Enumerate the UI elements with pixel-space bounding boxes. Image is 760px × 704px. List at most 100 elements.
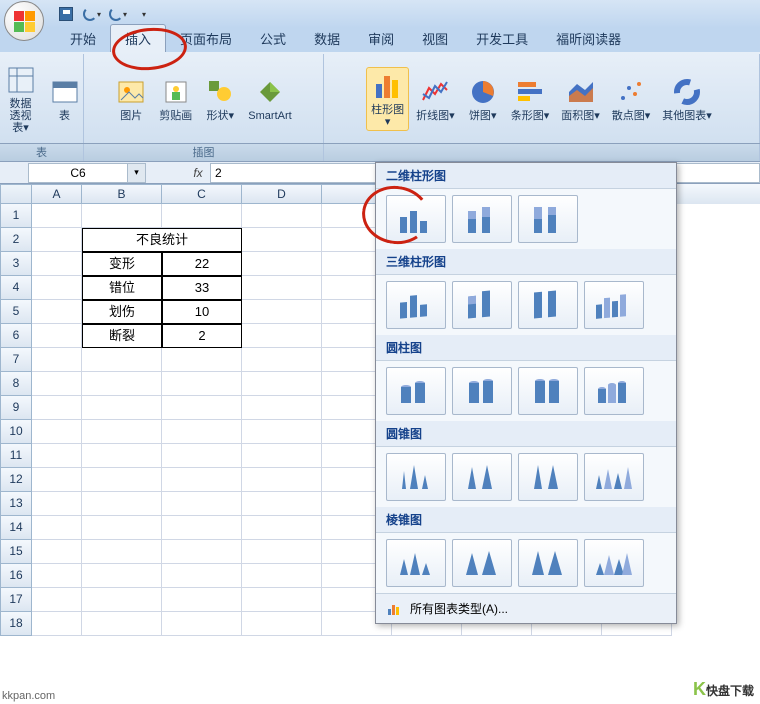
cell[interactable] xyxy=(242,444,322,468)
cell[interactable]: 划伤 xyxy=(82,300,162,324)
chart-option-cylinder-3[interactable] xyxy=(518,367,578,415)
row-header-7[interactable]: 7 xyxy=(0,348,32,372)
tab-view[interactable]: 视图 xyxy=(408,25,462,52)
chart-option-stacked-column[interactable] xyxy=(452,195,512,243)
row-header-16[interactable]: 16 xyxy=(0,564,32,588)
tab-formulas[interactable]: 公式 xyxy=(246,25,300,52)
cell[interactable] xyxy=(242,204,322,228)
redo-button[interactable]: ▾ xyxy=(106,3,130,25)
chart-option-pyramid-1[interactable] xyxy=(386,539,446,587)
cell[interactable] xyxy=(32,492,82,516)
line-chart-button[interactable]: 折线图▾ xyxy=(411,73,460,125)
cell[interactable] xyxy=(162,348,242,372)
cell[interactable] xyxy=(82,420,162,444)
chart-option-pyramid-3[interactable] xyxy=(518,539,578,587)
row-header-12[interactable]: 12 xyxy=(0,468,32,492)
shapes-button[interactable]: 形状▾ xyxy=(199,73,241,125)
fx-icon[interactable]: fx xyxy=(186,166,210,180)
cell[interactable] xyxy=(242,492,322,516)
cell[interactable] xyxy=(82,612,162,636)
cell[interactable] xyxy=(32,420,82,444)
cell[interactable] xyxy=(82,396,162,420)
row-header-2[interactable]: 2 xyxy=(0,228,32,252)
other-chart-button[interactable]: 其他图表▾ xyxy=(657,73,717,125)
chart-option-cylinder-4[interactable] xyxy=(584,367,644,415)
cell[interactable] xyxy=(32,588,82,612)
chart-option-cylinder-2[interactable] xyxy=(452,367,512,415)
cell[interactable] xyxy=(162,420,242,444)
cell[interactable] xyxy=(242,420,322,444)
all-chart-types[interactable]: 所有图表类型(A)... xyxy=(376,593,676,623)
cell[interactable] xyxy=(242,348,322,372)
row-header-5[interactable]: 5 xyxy=(0,300,32,324)
chart-option-pyramid-4[interactable] xyxy=(584,539,644,587)
cell[interactable] xyxy=(82,348,162,372)
cell[interactable] xyxy=(162,612,242,636)
cell[interactable] xyxy=(32,564,82,588)
cell[interactable]: 不良统计 xyxy=(82,228,242,252)
pie-chart-button[interactable]: 饼图▾ xyxy=(462,73,504,125)
undo-button[interactable]: ▾ xyxy=(80,3,104,25)
cell[interactable] xyxy=(242,612,322,636)
cell[interactable] xyxy=(32,348,82,372)
cell[interactable] xyxy=(82,372,162,396)
tab-foxit[interactable]: 福昕阅读器 xyxy=(542,25,635,52)
cell[interactable] xyxy=(162,396,242,420)
area-chart-button[interactable]: 面积图▾ xyxy=(556,73,605,125)
chart-option-cone-3[interactable] xyxy=(518,453,578,501)
scatter-chart-button[interactable]: 散点图▾ xyxy=(607,73,656,125)
chart-option-cone-2[interactable] xyxy=(452,453,512,501)
cell[interactable] xyxy=(242,540,322,564)
cell[interactable] xyxy=(242,564,322,588)
row-header-18[interactable]: 18 xyxy=(0,612,32,636)
cell[interactable] xyxy=(32,396,82,420)
cell[interactable] xyxy=(32,252,82,276)
cell[interactable] xyxy=(32,516,82,540)
tab-insert[interactable]: 插入 xyxy=(110,24,166,52)
cell[interactable] xyxy=(32,300,82,324)
col-header-c[interactable]: C xyxy=(162,184,242,204)
row-header-3[interactable]: 3 xyxy=(0,252,32,276)
cell[interactable] xyxy=(32,612,82,636)
table-button[interactable]: 表 xyxy=(44,73,86,125)
cell[interactable]: 2 xyxy=(162,324,242,348)
office-button[interactable] xyxy=(4,1,44,41)
pivot-table-button[interactable]: 数据 透视表▾ xyxy=(0,61,42,137)
cell[interactable] xyxy=(32,276,82,300)
qat-customize[interactable]: ▾ xyxy=(132,3,156,25)
cell[interactable] xyxy=(162,372,242,396)
cell[interactable] xyxy=(32,468,82,492)
cell[interactable] xyxy=(32,324,82,348)
chart-option-cylinder-1[interactable] xyxy=(386,367,446,415)
tab-review[interactable]: 审阅 xyxy=(354,25,408,52)
tab-home[interactable]: 开始 xyxy=(56,25,110,52)
cell[interactable] xyxy=(82,540,162,564)
chart-option-100-stacked-column[interactable] xyxy=(518,195,578,243)
row-header-1[interactable]: 1 xyxy=(0,204,32,228)
cell[interactable] xyxy=(162,588,242,612)
cell[interactable] xyxy=(242,228,322,252)
cell[interactable] xyxy=(162,516,242,540)
cell[interactable] xyxy=(242,396,322,420)
cell[interactable] xyxy=(32,204,82,228)
row-header-13[interactable]: 13 xyxy=(0,492,32,516)
row-header-15[interactable]: 15 xyxy=(0,540,32,564)
row-header-9[interactable]: 9 xyxy=(0,396,32,420)
cell[interactable]: 断裂 xyxy=(82,324,162,348)
cell[interactable]: 错位 xyxy=(82,276,162,300)
name-box-dropdown[interactable]: ▾ xyxy=(128,163,146,183)
smartart-button[interactable]: SmartArt xyxy=(243,73,296,125)
clipart-button[interactable]: 剪贴画 xyxy=(154,73,197,125)
chart-option-3d-100-stacked[interactable] xyxy=(518,281,578,329)
cell[interactable] xyxy=(162,444,242,468)
row-header-11[interactable]: 11 xyxy=(0,444,32,468)
col-header-d[interactable]: D xyxy=(242,184,322,204)
cell[interactable] xyxy=(82,468,162,492)
row-header-10[interactable]: 10 xyxy=(0,420,32,444)
bar-chart-button[interactable]: 条形图▾ xyxy=(506,73,555,125)
cell[interactable] xyxy=(82,204,162,228)
column-chart-button[interactable]: 柱形图▾ xyxy=(366,67,409,131)
row-header-6[interactable]: 6 xyxy=(0,324,32,348)
name-box[interactable]: C6 xyxy=(28,163,128,183)
cell[interactable] xyxy=(162,492,242,516)
